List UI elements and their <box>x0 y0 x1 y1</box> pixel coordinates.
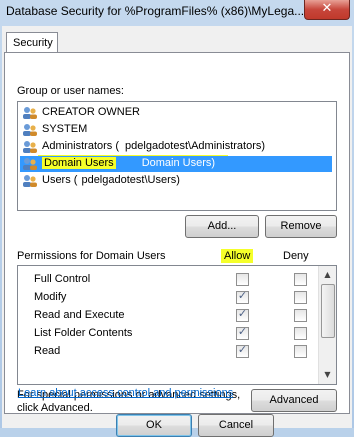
close-button[interactable]: ✕ <box>304 0 350 20</box>
user-group-icon <box>23 107 37 119</box>
check-icon: ✓ <box>237 307 248 320</box>
group-user-list[interactable]: CREATOR OWNER SYSTEM Administrators (pde… <box>17 101 337 211</box>
permission-name: Modify <box>34 291 67 303</box>
close-icon: ✕ <box>321 1 333 16</box>
list-item-label: Domain Users Domain Users) <box>42 157 216 169</box>
dialog-client-area: Security Group or user names: CREATOR OW… <box>2 26 352 437</box>
allow-checkbox[interactable]: ✓ <box>236 307 249 322</box>
permission-name: List Folder Contents <box>34 327 133 339</box>
permission-row: Full Control <box>18 270 318 288</box>
check-icon: ✓ <box>237 325 248 338</box>
title-bar[interactable]: Database Security for %ProgramFiles% (x8… <box>0 0 354 24</box>
permission-row: Modify ✓ <box>18 288 318 306</box>
scrollbar-thumb[interactable] <box>321 284 335 338</box>
list-item-suffix: pdelgadotest\Users) <box>81 174 180 186</box>
allow-checkbox[interactable]: ✓ <box>236 325 249 340</box>
deny-checkbox[interactable] <box>294 273 307 286</box>
permission-row: Read and Execute ✓ <box>18 306 318 324</box>
scroll-up-icon[interactable]: ▲ <box>320 267 335 282</box>
check-icon: ✓ <box>237 343 248 356</box>
window-title: Database Security for %ProgramFiles% (x8… <box>6 4 305 18</box>
deny-header: Deny <box>283 250 309 262</box>
check-icon: ✓ <box>237 289 248 302</box>
advanced-button[interactable]: Advanced <box>251 389 337 412</box>
user-group-icon <box>23 141 37 153</box>
tab-security-label: Security <box>13 37 53 49</box>
permission-row: List Folder Contents ✓ <box>18 324 318 342</box>
user-group-icon <box>23 158 37 170</box>
remove-button[interactable]: Remove <box>265 215 337 238</box>
deny-checkbox[interactable] <box>294 291 307 304</box>
list-item-label: Users (pdelgadotest\Users) <box>42 174 180 186</box>
permission-name: Full Control <box>34 273 91 285</box>
list-item[interactable]: Users (pdelgadotest\Users) <box>20 173 332 189</box>
deny-checkbox[interactable] <box>294 345 307 358</box>
allow-checkbox[interactable]: ✓ <box>236 343 249 358</box>
user-group-icon <box>23 175 37 187</box>
list-item-selected[interactable]: Domain Users Domain Users) <box>20 156 332 172</box>
allow-header: Allow <box>221 249 254 263</box>
permission-name: Read <box>34 345 61 357</box>
deny-checkbox[interactable] <box>294 309 307 322</box>
group-names-label: Group or user names: <box>17 85 124 97</box>
allow-checkbox[interactable] <box>236 273 249 286</box>
list-item[interactable]: Administrators (pdelgadotest\Administrat… <box>20 139 332 155</box>
ok-button[interactable]: OK <box>116 414 192 437</box>
list-item-label: SYSTEM <box>42 123 88 135</box>
list-item[interactable]: CREATOR OWNER <box>20 105 332 121</box>
learn-access-control-link[interactable]: Learn about access control and permissio… <box>18 387 233 399</box>
list-item-label: CREATOR OWNER <box>42 106 140 118</box>
cancel-button[interactable]: Cancel <box>198 414 274 437</box>
add-button[interactable]: Add... <box>185 215 259 238</box>
user-group-icon <box>23 124 37 136</box>
permission-name: Read and Execute <box>34 309 125 321</box>
permissions-list: Full Control Modify ✓ Read and Execute ✓… <box>17 265 337 385</box>
list-item-suffix: Domain Users) <box>141 157 216 169</box>
permissions-label: Permissions for Domain Users <box>17 250 166 262</box>
list-item[interactable]: SYSTEM <box>20 122 332 138</box>
list-item-suffix: pdelgadotest\Administrators) <box>125 140 266 152</box>
permissions-scrollbar[interactable]: ▲ ▼ <box>318 266 336 384</box>
deny-checkbox[interactable] <box>294 327 307 340</box>
tab-security[interactable]: Security <box>6 32 58 53</box>
scroll-down-icon[interactable]: ▼ <box>320 367 335 382</box>
special-permissions-text-line2: click Advanced. <box>17 402 93 414</box>
list-item-label: Administrators (pdelgadotest\Administrat… <box>42 140 266 152</box>
security-dialog-window: Database Security for %ProgramFiles% (x8… <box>0 0 354 437</box>
security-tab-panel: Group or user names: CREATOR OWNER SYSTE… <box>4 52 350 414</box>
allow-checkbox[interactable]: ✓ <box>236 289 249 304</box>
permission-row: Read ✓ <box>18 342 318 360</box>
